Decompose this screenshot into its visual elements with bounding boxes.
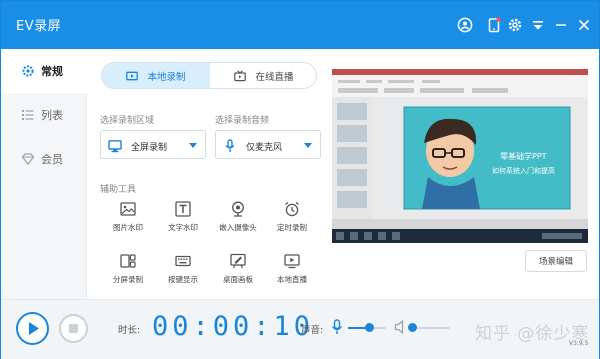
title-bar[interactable]: EV录屏 — [1, 1, 599, 49]
record-timer: 00:00:10 — [152, 311, 315, 342]
scene-edit-button[interactable]: 场景编辑 — [525, 250, 587, 272]
record-area-value: 全屏录制 — [131, 143, 168, 153]
video-icon — [126, 70, 139, 82]
tool-label: 图片水印 — [113, 223, 143, 232]
phone-notification-icon[interactable] — [485, 16, 503, 34]
tab-local-record[interactable]: 本地录制 — [102, 63, 210, 88]
dropdown-menu-icon[interactable] — [529, 16, 547, 34]
tool-label: 分屏录制 — [113, 275, 143, 284]
tool-desktop-drawing-board[interactable]: 桌面画板 — [211, 253, 265, 289]
sidebar-item-list[interactable]: 列表 — [1, 93, 87, 137]
monitor-icon — [108, 138, 122, 153]
record-area-label: 选择录制区域 — [100, 116, 155, 126]
mic-volume-slider[interactable] — [348, 323, 386, 332]
diamond-icon — [21, 151, 35, 166]
chevron-down-icon — [189, 143, 197, 148]
user-icon[interactable] — [456, 16, 474, 34]
tool-label: 桌面画板 — [223, 275, 253, 284]
tool-split-screen[interactable]: 分屏录制 — [101, 253, 155, 289]
chevron-down-icon — [304, 143, 312, 148]
keyboard-icon — [175, 253, 191, 269]
tool-image-watermark[interactable]: 图片水印 — [101, 201, 155, 237]
duration-label: 时长: — [118, 325, 141, 336]
tool-label: 嵌入摄像头 — [219, 223, 257, 232]
split-screen-icon — [120, 253, 136, 269]
gear-icon — [21, 63, 35, 77]
tools-label: 辅助工具 — [100, 185, 137, 195]
record-audio-label: 选择录制音频 — [215, 116, 270, 126]
slide-subtitle-text: 如何系统入门和提高 — [492, 166, 555, 175]
mode-tabs: 本地录制 在线直播 — [101, 62, 317, 89]
tool-local-live[interactable]: 本地直播 — [265, 253, 319, 289]
app-title: EV录屏 — [16, 19, 62, 34]
tab-label: 在线直播 — [255, 71, 294, 83]
slide-title-text: 零基础学PPT — [500, 151, 547, 161]
sidebar-item-label: 常规 — [41, 65, 63, 78]
record-audio-dropdown[interactable]: 仅麦克风 — [215, 130, 321, 159]
sidebar-item-general[interactable]: 常规 — [1, 49, 87, 93]
settings-gear-icon[interactable] — [506, 16, 524, 34]
alarm-clock-icon — [284, 201, 300, 217]
microphone-icon[interactable] — [331, 319, 343, 335]
local-live-icon — [284, 253, 300, 269]
speaker-volume-slider[interactable] — [408, 323, 450, 332]
version-text: V3.9.5 — [569, 340, 589, 347]
preview-screenshot: 零基础学PPT 如何系统入门和提高 — [332, 69, 588, 243]
webcam-icon — [230, 201, 246, 217]
start-record-button[interactable] — [16, 312, 49, 345]
stop-icon — [69, 324, 78, 333]
sidebar-item-label: 列表 — [41, 109, 63, 122]
tool-embed-webcam[interactable]: 嵌入摄像头 — [211, 201, 265, 237]
tool-key-display[interactable]: 按键显示 — [156, 253, 210, 289]
record-area-dropdown[interactable]: 全屏录制 — [100, 130, 206, 159]
record-audio-value: 仅麦克风 — [246, 143, 283, 153]
tab-label: 本地录制 — [147, 71, 186, 83]
play-icon — [29, 322, 39, 335]
ev-recorder-window: EV录屏 常规 列表 会员 本地录制 在线直播 选择录制区域 全屏录制 选择录制… — [0, 0, 600, 359]
close-icon[interactable] — [575, 16, 593, 34]
tool-label: 本地直播 — [277, 275, 307, 284]
tool-label: 文字水印 — [168, 223, 198, 232]
tab-online-live[interactable]: 在线直播 — [210, 63, 316, 88]
tv-icon — [234, 69, 247, 82]
sidebar-item-label: 会员 — [41, 153, 63, 166]
stop-record-button[interactable] — [59, 314, 88, 343]
tool-label: 定时录制 — [277, 223, 307, 232]
speaker-volume-knob[interactable] — [408, 323, 417, 332]
image-icon — [120, 201, 136, 217]
screen-preview[interactable]: 零基础学PPT 如何系统入门和提高 — [332, 69, 588, 243]
sidebar-item-member[interactable]: 会员 — [1, 137, 87, 181]
speaker-icon[interactable] — [394, 319, 408, 335]
tool-scheduled-record[interactable]: 定时录制 — [265, 201, 319, 237]
tool-label: 按键显示 — [168, 275, 198, 284]
drawing-board-icon — [230, 253, 246, 269]
minimize-icon[interactable] — [552, 16, 570, 34]
microphone-icon — [223, 138, 237, 152]
sidebar: 常规 列表 会员 — [1, 49, 87, 299]
volume-label: 声音: — [301, 325, 324, 336]
text-icon — [175, 201, 191, 217]
list-icon — [21, 107, 35, 121]
mic-volume-knob[interactable] — [365, 323, 374, 332]
tool-text-watermark[interactable]: 文字水印 — [156, 201, 210, 237]
